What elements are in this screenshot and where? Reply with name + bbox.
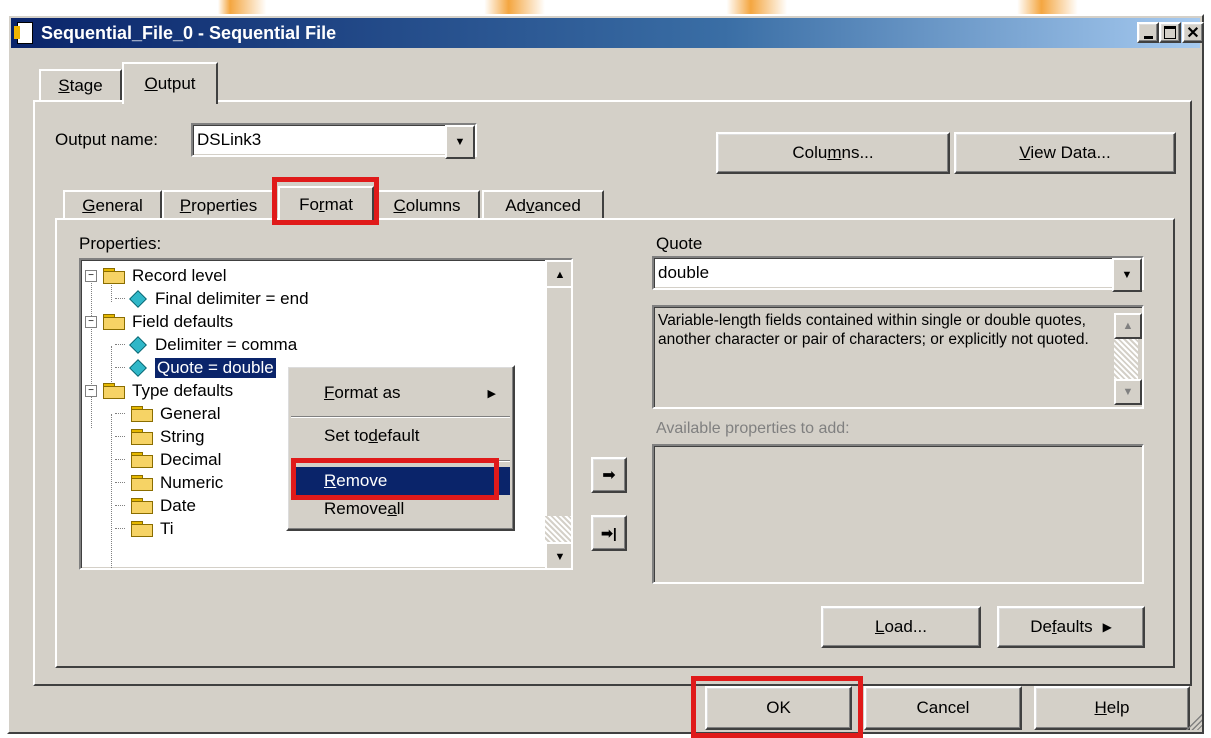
maximize-button[interactable] bbox=[1159, 22, 1181, 43]
folder-icon bbox=[103, 314, 125, 330]
cancel-label: Cancel bbox=[916, 698, 970, 717]
folder-icon bbox=[103, 383, 125, 399]
context-menu: Format as ▶ Set to d efault Remove Remove a ll bbox=[286, 365, 515, 531]
folder-icon bbox=[131, 452, 153, 468]
tree-node-label: Delimiter = comma bbox=[155, 334, 298, 354]
tree-node-label: Ti bbox=[160, 518, 174, 538]
title-bar[interactable]: Sequential_File_0 - Sequential File bbox=[11, 18, 1200, 48]
folder-icon bbox=[131, 429, 153, 445]
output-name-select[interactable]: DSLink3 ▼ bbox=[191, 123, 477, 159]
defaults-button[interactable]: Defaults ▶ bbox=[997, 606, 1145, 648]
tree-folder-node[interactable]: Ti bbox=[81, 517, 174, 540]
tree-node-label: Type defaults bbox=[132, 380, 234, 400]
properties-label: Properties: bbox=[79, 234, 162, 253]
scroll-down-icon[interactable]: ▼ bbox=[545, 542, 571, 568]
view-data-button[interactable]: View Data... bbox=[954, 132, 1176, 174]
submenu-arrow-icon: ▶ bbox=[1102, 620, 1112, 634]
tree-folder-node[interactable]: Numeric bbox=[81, 471, 223, 494]
tree-folder-node[interactable]: General bbox=[81, 402, 220, 425]
maximize-icon bbox=[1164, 26, 1176, 39]
dropdown-arrow-icon[interactable]: ▼ bbox=[445, 125, 475, 159]
quote-dropdown-arrow-icon[interactable]: ▼ bbox=[1112, 258, 1142, 292]
quote-label: Quote bbox=[656, 234, 703, 253]
close-icon: ✕ bbox=[1186, 24, 1200, 42]
output-name-value: DSLink3 bbox=[197, 130, 262, 149]
tree-node-label: Quote = double bbox=[154, 356, 277, 379]
property-icon bbox=[129, 289, 147, 308]
arrow-right-icon: ➡ bbox=[602, 467, 616, 484]
quote-description-box: Variable-length fields contained within … bbox=[652, 305, 1144, 409]
tree-node-label: Date bbox=[160, 495, 196, 515]
dialog-window: Sequential_File_0 - Sequential File ✕ St… bbox=[7, 14, 1204, 738]
tree-node-label: Field defaults bbox=[132, 311, 234, 331]
resize-grip-icon[interactable] bbox=[1184, 712, 1202, 730]
tab-stage[interactable]: Stage bbox=[39, 69, 122, 101]
close-button[interactable]: ✕ bbox=[1182, 22, 1204, 43]
help-button[interactable]: Help bbox=[1034, 686, 1190, 730]
tree-node-label: Decimal bbox=[160, 449, 222, 469]
collapse-toggle-icon[interactable]: − bbox=[85, 315, 97, 328]
tree-folder-node[interactable]: − Record level bbox=[81, 264, 227, 287]
stage-icon bbox=[14, 22, 33, 44]
folder-icon bbox=[131, 406, 153, 422]
window-title: Sequential_File_0 - Sequential File bbox=[41, 22, 337, 43]
tree-scrollbar[interactable]: ▲ ▼ bbox=[545, 260, 571, 568]
folder-icon bbox=[103, 268, 125, 284]
context-menu-items: Format as ▶ Set to d efault Remove Remove a ll bbox=[288, 367, 513, 529]
folder-icon bbox=[131, 498, 153, 514]
tree-folder-node[interactable]: Decimal bbox=[81, 448, 221, 471]
property-icon bbox=[129, 358, 147, 377]
collapse-toggle-icon[interactable]: − bbox=[85, 269, 97, 282]
quote-description: Variable-length fields contained within … bbox=[658, 312, 1089, 348]
tree-node-label: General bbox=[160, 403, 221, 423]
tree-node-label: Record level bbox=[132, 265, 227, 285]
tree-node-label: Numeric bbox=[160, 472, 224, 492]
context-menu-item[interactable]: Set to d efault bbox=[291, 422, 510, 450]
quote-select[interactable]: double ▼ bbox=[652, 256, 1144, 292]
add-property-button[interactable]: ➡ bbox=[591, 457, 627, 493]
submenu-arrow-icon: ▶ bbox=[487, 387, 496, 400]
tree-folder-node[interactable]: − Type defaults bbox=[81, 379, 233, 402]
collapse-toggle-icon[interactable]: − bbox=[85, 384, 97, 397]
tree-folder-node[interactable]: − Field defaults bbox=[81, 310, 233, 333]
available-properties-list[interactable] bbox=[652, 444, 1144, 584]
menu-separator bbox=[291, 416, 510, 418]
quote-value: double bbox=[658, 263, 710, 282]
tree-folder-node[interactable]: Date bbox=[81, 494, 196, 517]
property-icon bbox=[129, 335, 147, 354]
tab-general[interactable]: General bbox=[63, 190, 162, 220]
folder-icon bbox=[131, 475, 153, 491]
desc-scroll-up-icon[interactable]: ▲ bbox=[1114, 313, 1142, 339]
tree-node-label: String bbox=[160, 426, 205, 446]
tree-property-node[interactable]: Final delimiter = end bbox=[81, 287, 309, 310]
tab-properties[interactable]: Properties bbox=[162, 190, 275, 220]
tree-folder-node[interactable]: String bbox=[81, 425, 204, 448]
arrow-right-bar-icon: ➡| bbox=[601, 524, 617, 541]
context-menu-item[interactable]: Format as ▶ bbox=[291, 379, 510, 407]
output-tab-panel: Output name: DSLink3 ▼ Columns... View D… bbox=[33, 100, 1192, 686]
tree-node-label: Final delimiter = end bbox=[155, 288, 309, 308]
tab-output[interactable]: Output bbox=[122, 62, 218, 104]
available-properties-label: Available properties to add: bbox=[656, 420, 850, 437]
scroll-track[interactable] bbox=[545, 516, 571, 542]
format-tab-panel: Properties: − Record level Final delimiter… bbox=[55, 218, 1175, 668]
desc-scroll-down-icon[interactable]: ▼ bbox=[1114, 379, 1142, 405]
columns-button[interactable]: Columns... bbox=[716, 132, 950, 174]
description-scrollbar[interactable]: ▲ ▼ bbox=[1114, 313, 1142, 405]
tree-property-node[interactable]: Quote = double bbox=[81, 356, 277, 379]
folder-icon bbox=[131, 521, 153, 537]
scroll-thumb[interactable] bbox=[545, 286, 571, 520]
minimize-button[interactable] bbox=[1137, 22, 1159, 43]
tree-property-node[interactable]: Delimiter = comma bbox=[81, 333, 297, 356]
remove-highlight bbox=[291, 458, 499, 500]
tab-advanced[interactable]: Advanced bbox=[482, 190, 604, 220]
output-name-label: Output name: bbox=[55, 130, 159, 149]
load-button[interactable]: Load... bbox=[821, 606, 981, 648]
add-property-to-end-button[interactable]: ➡| bbox=[591, 515, 627, 551]
tab-columns[interactable]: Columns bbox=[374, 190, 480, 220]
format-tab-highlight bbox=[272, 177, 379, 225]
cancel-button[interactable]: Cancel bbox=[864, 686, 1022, 730]
minimize-icon bbox=[1143, 35, 1153, 39]
ok-button-highlight bbox=[691, 676, 863, 738]
